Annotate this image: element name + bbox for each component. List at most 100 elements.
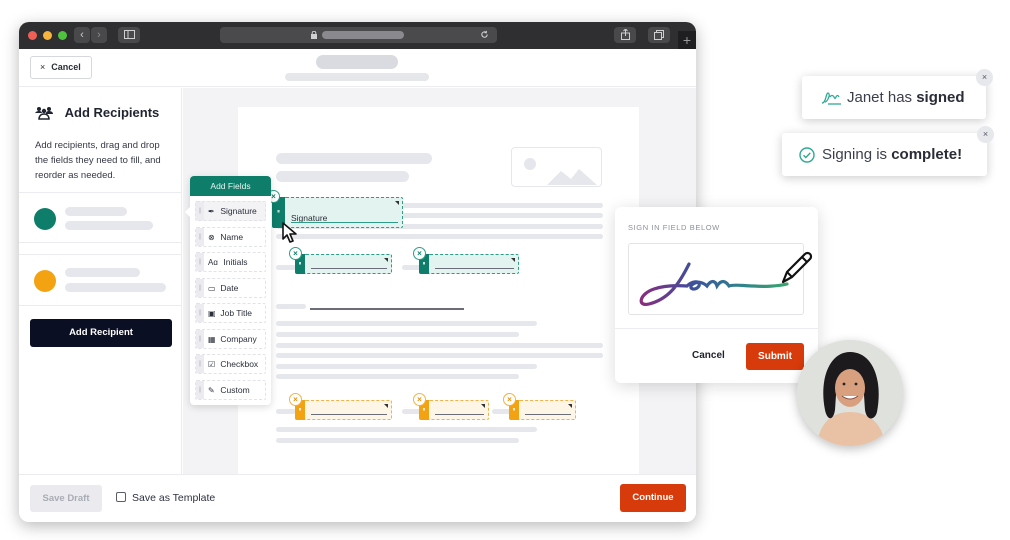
signature-icon (821, 92, 841, 105)
cancel-button[interactable]: × Cancel (30, 56, 92, 79)
image-icon (524, 158, 597, 185)
resize-corner[interactable] (384, 258, 388, 262)
document-subtitle-placeholder (285, 73, 429, 81)
toast-text-bold: signed (916, 89, 965, 106)
maximize-window-button[interactable] (58, 31, 67, 40)
resize-corner[interactable] (481, 404, 485, 408)
pen-icon (781, 251, 813, 284)
resize-corner[interactable] (395, 201, 399, 205)
add-recipient-button[interactable]: Add Recipient (30, 319, 172, 347)
resize-corner[interactable] (511, 258, 515, 262)
recipient-name-placeholder (65, 268, 140, 277)
calendar-icon: ▭ (208, 284, 216, 293)
document-title-placeholder (316, 55, 398, 69)
save-draft-button[interactable]: Save Draft (30, 485, 102, 512)
text-placeholder (276, 265, 296, 270)
drag-grip-icon[interactable]: || (196, 279, 204, 297)
field-item-date[interactable]: || ▭ Date (195, 278, 266, 298)
field-item-label: Company (220, 334, 257, 344)
checkbox-icon[interactable] (116, 492, 126, 502)
field-item-label: Custom (220, 385, 250, 395)
chevron-right-icon: › (97, 29, 101, 41)
remove-field-icon[interactable]: × (289, 247, 302, 260)
drag-grip-icon[interactable]: || (196, 381, 204, 399)
recipient-color-dot (34, 208, 56, 230)
recipient-color-dot (34, 270, 56, 292)
sidebar-description: Add recipients, drag and drop the fields… (35, 140, 161, 181)
close-toast-button[interactable]: × (976, 69, 993, 86)
sidebar-toggle-button[interactable] (118, 27, 140, 43)
footer-bar: Save Draft Save as Template Continue (19, 474, 696, 522)
share-icon (620, 28, 630, 40)
placed-field[interactable]: ⏸ × (413, 247, 519, 274)
sign-submit-button[interactable]: Submit (746, 343, 804, 370)
resize-corner[interactable] (384, 404, 388, 408)
reload-icon[interactable] (480, 30, 489, 39)
popover-arrow (185, 207, 190, 217)
field-item-name[interactable]: || ⊗ Name (195, 227, 266, 247)
placed-field[interactable]: ⏸ × (289, 393, 392, 420)
tabs-icon (654, 30, 664, 40)
drag-grip-icon[interactable]: || (196, 355, 204, 373)
drag-grip-icon[interactable]: || (196, 202, 204, 220)
resize-corner[interactable] (568, 404, 572, 408)
address-bar[interactable] (220, 27, 497, 43)
building-icon: ▦ (208, 335, 216, 344)
text-placeholder (276, 364, 537, 369)
check-circle-icon (799, 147, 815, 163)
text-placeholder (276, 374, 519, 379)
remove-field-icon[interactable]: × (413, 393, 426, 406)
app-header: × Cancel (19, 49, 696, 87)
field-underline (435, 413, 484, 415)
mouse-pointer-icon (282, 222, 297, 243)
drag-grip-icon[interactable]: || (196, 228, 204, 246)
text-placeholder (276, 234, 603, 239)
image-placeholder (511, 147, 602, 187)
drag-grip-icon[interactable]: || (196, 253, 204, 271)
save-as-template-checkbox[interactable]: Save as Template (116, 492, 215, 504)
text-placeholder (276, 321, 537, 326)
forward-button[interactable]: › (91, 27, 107, 43)
field-item-custom[interactable]: || ✎ Custom (195, 380, 266, 400)
signature-pad[interactable] (628, 243, 813, 315)
placed-field[interactable]: ⏸ × (289, 247, 392, 274)
field-underline (311, 413, 387, 415)
placed-field[interactable]: ⏸ × (413, 393, 489, 420)
remove-field-icon[interactable]: × (503, 393, 516, 406)
text-placeholder (276, 332, 519, 337)
pen-nib-icon: ✒ (208, 207, 215, 216)
field-item-job-title[interactable]: || ▣ Job Title (195, 303, 266, 323)
placed-field[interactable]: ⏸ × (503, 393, 576, 420)
close-window-button[interactable] (28, 31, 37, 40)
drag-grip-icon[interactable]: || (196, 330, 204, 348)
toast-text: Janet has signed (847, 76, 965, 119)
field-item-initials[interactable]: || Aɑ Initials (195, 252, 266, 272)
sign-cancel-button[interactable]: Cancel (692, 350, 725, 361)
remove-field-icon[interactable]: × (413, 247, 426, 260)
back-button[interactable]: ‹ (74, 27, 90, 43)
close-toast-button[interactable]: × (977, 126, 994, 143)
sidebar-heading: Add Recipients (35, 104, 159, 120)
field-item-checkbox[interactable]: || ☑ Checkbox (195, 354, 266, 374)
field-item-signature[interactable]: || ✒ Signature (195, 201, 266, 221)
sidebar-icon (123, 30, 135, 39)
save-as-template-label: Save as Template (132, 492, 216, 504)
minimize-window-button[interactable] (43, 31, 52, 40)
cancel-label: Cancel (51, 62, 81, 72)
toast-text-bold: complete! (891, 146, 963, 163)
remove-field-icon[interactable]: × (289, 393, 302, 406)
share-button[interactable] (614, 27, 636, 43)
text-placeholder (276, 171, 409, 182)
signer-avatar (797, 340, 903, 446)
text-placeholder (276, 438, 519, 443)
tabs-button[interactable] (648, 27, 670, 43)
continue-button[interactable]: Continue (620, 484, 686, 512)
field-item-company[interactable]: || ▦ Company (195, 329, 266, 349)
toast-signing-complete: Signing is complete! × (782, 126, 994, 176)
pencil-icon: ✎ (208, 386, 215, 395)
field-item-label: Date (220, 283, 239, 293)
drag-grip-icon[interactable]: || (196, 304, 204, 322)
field-underline (435, 267, 514, 269)
toast-text-prefix: Janet has (847, 89, 917, 106)
new-tab-button[interactable]: + (678, 31, 696, 49)
